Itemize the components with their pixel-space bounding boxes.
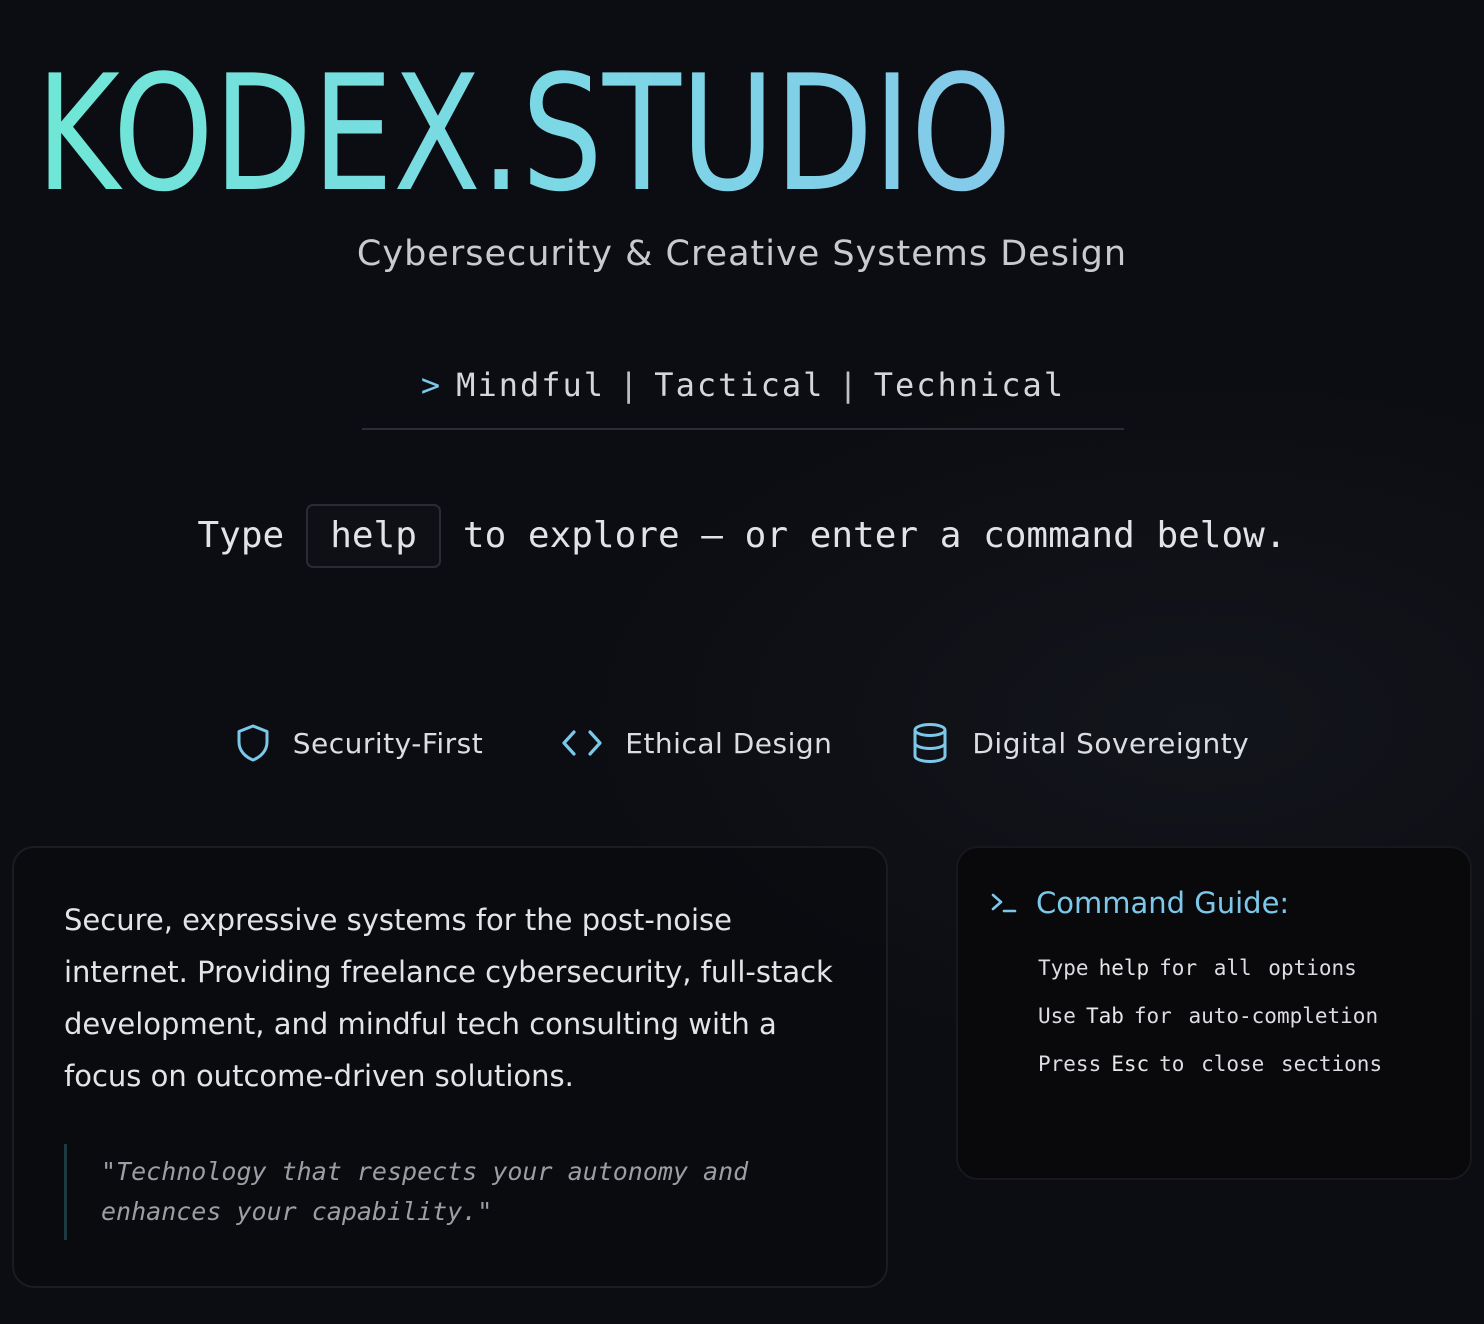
command-guide-header: Command Guide: bbox=[990, 886, 1289, 920]
site-title: KODEX.STUDIO_ bbox=[36, 40, 1076, 227]
code-icon bbox=[562, 730, 602, 756]
guide-item-prefix: Type bbox=[1038, 956, 1089, 980]
command-hint-prefix: Type bbox=[197, 515, 285, 556]
feature-label: Security-First bbox=[292, 726, 484, 760]
about-card: Secure, expressive systems for the post-… bbox=[12, 846, 888, 1288]
feature-label: Ethical Design bbox=[625, 726, 833, 760]
command-guide-list: Type help for all options Use Tab for auto-c… bbox=[1038, 952, 1458, 1096]
guide-item-suffix: for auto-completion bbox=[1133, 1004, 1379, 1028]
feature-list: Security-First Ethical Design Digital So… bbox=[0, 722, 1484, 764]
tagline-mindful: Mindful bbox=[456, 366, 606, 404]
command-guide-title: Command Guide: bbox=[1036, 886, 1290, 920]
tagline-separator: | bbox=[619, 366, 641, 404]
guide-item-prefix: Use bbox=[1038, 1004, 1076, 1028]
guide-key-esc: Esc bbox=[1111, 1052, 1150, 1076]
guide-item-esc: Press Esc to close sections bbox=[1038, 1048, 1458, 1081]
guide-item-suffix: for all options bbox=[1159, 956, 1357, 980]
command-hint: Type help to explore — or enter a command … bbox=[0, 504, 1484, 568]
terminal-icon bbox=[991, 893, 1017, 913]
tagline-technical: Technical bbox=[873, 366, 1066, 404]
guide-item-prefix: Press bbox=[1038, 1052, 1102, 1076]
guide-key-help: help bbox=[1098, 956, 1150, 980]
feature-label: Digital Sovereignty bbox=[972, 726, 1250, 760]
guide-item-help: Type help for all options bbox=[1038, 952, 1458, 985]
feature-ethical-design: Ethical Design bbox=[561, 722, 832, 764]
feature-security-first: Security-First bbox=[235, 722, 484, 764]
guide-item-suffix: to close sections bbox=[1159, 1052, 1383, 1076]
database-icon bbox=[913, 723, 947, 764]
about-quote: "Technology that respects your autonomy … bbox=[64, 1144, 844, 1240]
shield-icon bbox=[237, 724, 269, 762]
command-guide-card: Command Guide: Type help for all options U… bbox=[956, 846, 1472, 1180]
tagline-tactical: Tactical bbox=[654, 366, 825, 404]
prompt-chevron: > bbox=[420, 366, 443, 404]
guide-item-tab: Use Tab for auto-completion bbox=[1038, 1000, 1458, 1033]
command-hint-suffix: to explore — or enter a command below. bbox=[462, 515, 1287, 556]
feature-digital-sovereignty: Digital Sovereignty bbox=[910, 722, 1249, 764]
help-command-key[interactable]: help bbox=[306, 504, 441, 568]
tagline-separator: | bbox=[838, 366, 860, 404]
tagline: > Mindful | Tactical | Technical bbox=[362, 366, 1124, 430]
site-subtitle: Cybersecurity & Creative Systems Design bbox=[356, 234, 1128, 274]
about-description: Secure, expressive systems for the post-… bbox=[64, 903, 833, 1093]
guide-key-tab: Tab bbox=[1085, 1004, 1124, 1028]
